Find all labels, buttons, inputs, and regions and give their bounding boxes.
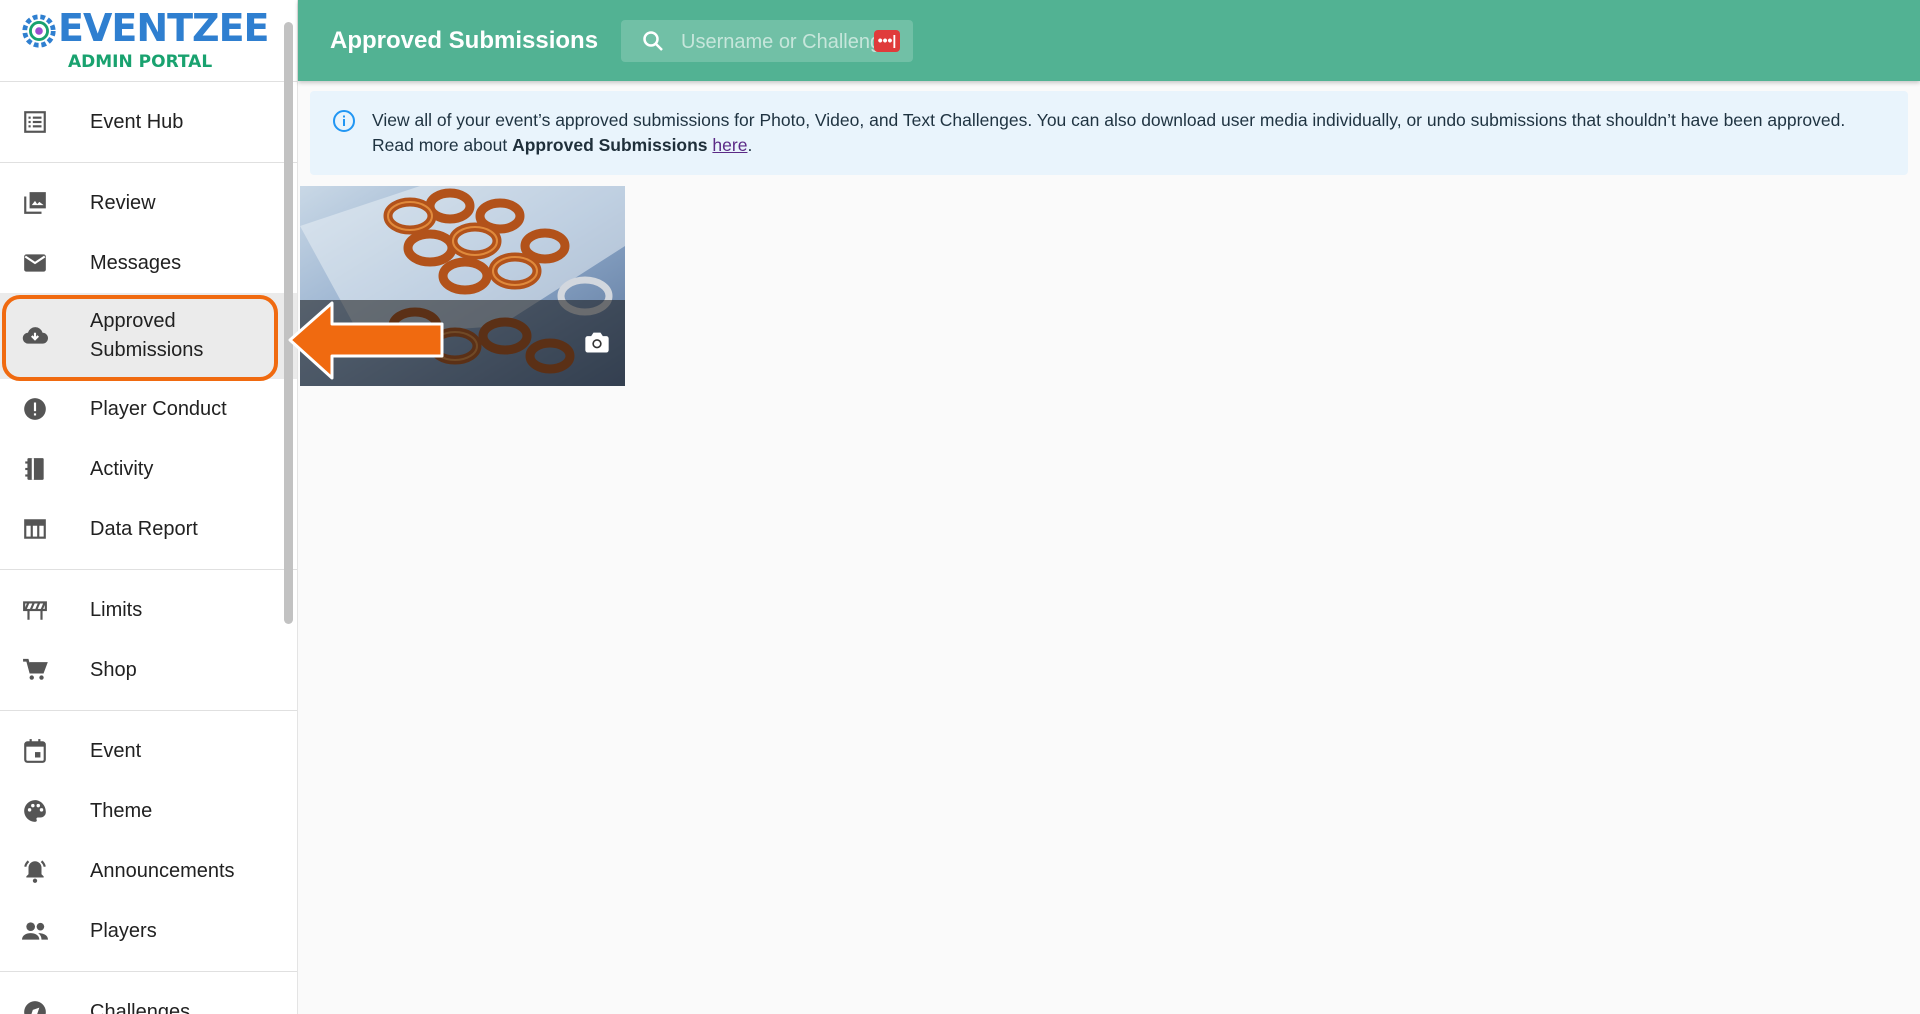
sidebar-item-event[interactable]: Event	[0, 721, 297, 781]
app-header: Approved Submissions •••|	[298, 0, 1920, 81]
cart-icon	[23, 658, 48, 680]
info-text: View all of your event’s approved submis…	[372, 108, 1892, 158]
bell-icon	[24, 860, 46, 883]
nav-group-moderation: Review Messages Approved Submissions Pla…	[0, 163, 297, 570]
sidebar-item-label: Theme	[90, 799, 153, 822]
barrier-icon	[23, 601, 47, 620]
card-caption: Snack Time	[300, 300, 625, 386]
info-icon	[333, 110, 355, 132]
nav-group-settings: Event Theme Announcements Players	[0, 711, 297, 972]
photo-library-icon	[24, 192, 46, 214]
sidebar-item-label: Shop	[90, 658, 137, 681]
sidebar-item-shop[interactable]: Shop	[0, 640, 297, 700]
password-manager-icon[interactable]: •••|	[874, 30, 900, 52]
info-bold: Approved Submissions	[512, 135, 708, 155]
brand-subtitle: ADMIN PORTAL	[68, 52, 213, 72]
brand-logo[interactable]: EVENTZEE ADMIN PORTAL	[0, 0, 297, 82]
compass-icon	[24, 1001, 46, 1014]
sidebar-item-approved-submissions[interactable]: Approved Submissions	[0, 293, 297, 379]
sidebar-item-review[interactable]: Review	[0, 173, 297, 233]
sidebar-item-label: Players	[90, 919, 157, 942]
sidebar-item-label: Announcements	[90, 859, 235, 882]
sidebar-item-label: Event	[90, 739, 142, 762]
table-icon	[24, 519, 46, 539]
sidebar-item-label: Event Hub	[90, 110, 184, 133]
sidebar-item-activity[interactable]: Activity	[0, 439, 297, 499]
search-box[interactable]: •••|	[621, 20, 913, 64]
sidebar-item-label: Activity	[90, 457, 154, 480]
sidebar-item-label: Data Report	[90, 517, 198, 540]
mail-icon	[24, 254, 46, 272]
sidebar: EVENTZEE ADMIN PORTAL Event Hub Review M…	[0, 0, 298, 1014]
sidebar-item-players[interactable]: Players	[0, 901, 297, 961]
alert-icon	[24, 398, 46, 420]
cloud-download-icon	[22, 327, 48, 344]
sidebar-item-label: Challenges	[90, 1000, 191, 1014]
brand-title: EVENTZEE	[58, 6, 270, 50]
sidebar-item-data-report[interactable]: Data Report	[0, 499, 297, 559]
camera-icon[interactable]	[583, 328, 611, 356]
nav-group-challenges: Challenges	[0, 972, 297, 1014]
sidebar-item-label: Review	[90, 191, 156, 214]
nav-group-hub: Event Hub	[0, 82, 297, 163]
page-title: Approved Submissions	[330, 27, 599, 54]
sidebar-item-label: Messages	[90, 251, 182, 274]
sidebar-item-limits[interactable]: Limits	[0, 580, 297, 640]
notebook-icon	[25, 458, 44, 480]
sidebar-item-label: Player Conduct	[90, 397, 227, 420]
sidebar-scrollbar[interactable]	[284, 22, 293, 624]
sidebar-item-label: Limits	[90, 598, 143, 621]
read-more-link[interactable]: here	[712, 135, 747, 155]
info-banner: View all of your event’s approved submis…	[310, 91, 1908, 175]
sidebar-item-theme[interactable]: Theme	[0, 781, 297, 841]
sidebar-item-label: Approved Submissions	[90, 310, 204, 361]
sidebar-item-event-hub[interactable]: Event Hub	[0, 92, 297, 152]
list-icon	[24, 111, 46, 133]
sidebar-item-messages[interactable]: Messages	[0, 233, 297, 293]
submission-title: Snack Time	[324, 336, 408, 353]
sidebar-item-player-conduct[interactable]: Player Conduct	[0, 379, 297, 439]
logo-gear-icon	[22, 14, 56, 48]
sidebar-item-challenges[interactable]: Challenges	[0, 982, 297, 1014]
nav-group-limits: Limits Shop	[0, 570, 297, 711]
people-icon	[22, 922, 48, 940]
palette-icon	[24, 800, 46, 822]
info-line: View all of your event’s approved submis…	[372, 110, 1846, 130]
search-icon	[643, 31, 663, 51]
submission-card[interactable]: Snack Time	[300, 186, 625, 386]
info-suffix: .	[747, 135, 753, 155]
sidebar-item-announcements[interactable]: Announcements	[0, 841, 297, 901]
info-prefix: Read more about	[372, 135, 513, 155]
calendar-icon	[24, 739, 46, 763]
